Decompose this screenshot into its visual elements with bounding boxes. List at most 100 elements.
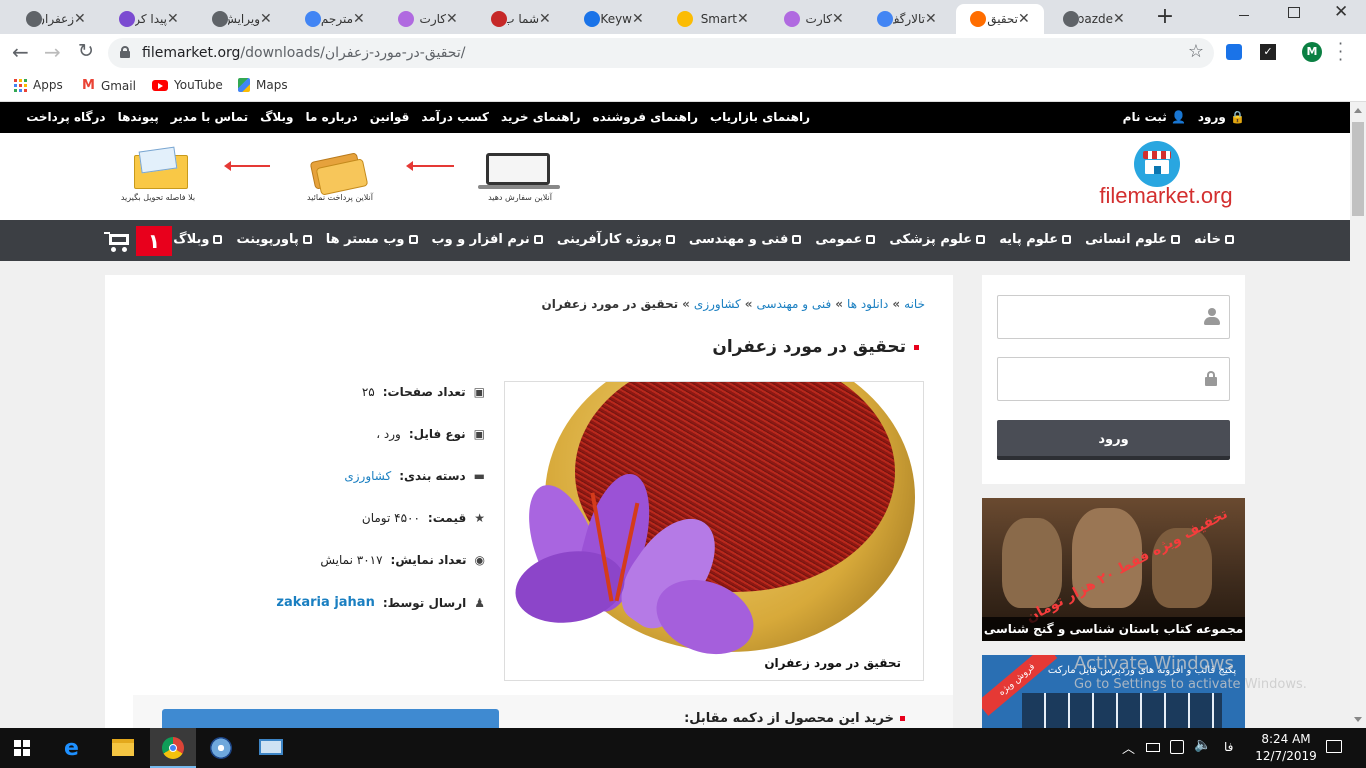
browser-tab[interactable]: تالارگف ✕ [863,4,951,34]
bookmark-apps[interactable]: Apps [14,78,63,92]
folder-icon: ▬ [473,469,485,483]
menu-icon[interactable]: · · · [1338,36,1343,68]
reload-icon[interactable]: ↻ [78,40,94,62]
main-nav-item[interactable]: علوم پزشکی [889,232,986,247]
top-link[interactable]: راهنمای خرید [501,110,581,124]
close-window-button[interactable]: ✕ [1334,2,1348,22]
main-nav-item[interactable]: نرم افزار و وب [432,232,543,247]
browser-tab[interactable]: Keyw ✕ [570,4,658,34]
cart-icon[interactable] [104,230,130,252]
browser-tab[interactable]: مترجم ✕ [291,4,379,34]
browser-tab[interactable]: ویرایش ✕ [198,4,286,34]
close-tab-icon[interactable]: ✕ [1113,11,1127,27]
forward-icon[interactable]: → [44,40,61,64]
top-link[interactable]: درگاه پرداخت [26,110,105,124]
start-button[interactable] [14,740,30,756]
main-nav-item[interactable]: علوم انسانی [1085,232,1180,247]
browser-tab[interactable]: تحقیق ✕ [956,4,1044,34]
notification-icon[interactable] [1326,740,1342,753]
close-tab-icon[interactable]: ✕ [737,11,751,27]
top-link[interactable]: کسب درآمد [421,110,489,124]
spec-label: تعداد نمایش: [390,553,467,567]
scrollbar-thumb[interactable] [1352,122,1364,216]
close-tab-icon[interactable]: ✕ [1018,11,1032,27]
main-nav-item[interactable]: عمومی [815,232,876,247]
cart-count-badge[interactable]: ۱ [136,226,172,256]
top-link[interactable]: پیوندها [118,110,159,124]
address-bar[interactable]: filemarket.org/downloads/تحقیق-در-مورد-ز… [108,38,1214,68]
top-link[interactable]: وبلاگ [260,110,293,124]
top-link[interactable]: راهنمای فروشنده [593,110,698,124]
close-tab-icon[interactable]: ✕ [260,11,274,27]
main-nav-item[interactable]: وبلاگ [173,232,223,247]
close-tab-icon[interactable]: ✕ [539,11,553,27]
clock-time[interactable]: 8:24 AM [1256,732,1316,746]
show-hidden-icons[interactable]: ︿ [1122,738,1135,757]
login-link[interactable]: 🔒 ورود [1198,110,1245,124]
browser-tab[interactable]: کارت ✕ [384,4,472,34]
browser-tab[interactable]: شما ب ✕ [477,4,565,34]
main-nav-item[interactable]: فنی و مهندسی [689,232,802,247]
language-indicator[interactable]: فا [1224,740,1233,754]
clock-date[interactable]: 12/7/2019 [1252,749,1320,763]
buy-button[interactable] [162,709,499,728]
profile-avatar[interactable]: M [1302,42,1322,62]
keyword-icon [584,11,600,27]
login-button[interactable]: ورود [997,420,1230,460]
register-link[interactable]: 👤 ثبت نام [1123,110,1186,124]
nav-item-icon [665,235,675,244]
nav-item-label: پروژه کارآفرینی [556,232,662,247]
bookmark-maps[interactable]: Maps [238,78,288,92]
browser-tab[interactable]: کارت ✕ [770,4,858,34]
main-nav-item[interactable]: پاورپوینت [236,232,312,247]
extension-icon[interactable] [1226,44,1242,60]
network-app-icon[interactable] [259,739,283,755]
close-tab-icon[interactable]: ✕ [353,11,367,27]
main-nav-item[interactable]: علوم پایه [999,232,1072,247]
close-tab-icon[interactable]: ✕ [632,11,646,27]
top-link[interactable]: قوانین [370,110,410,124]
top-link[interactable]: تماس با مدیر [171,110,248,124]
browser-tab[interactable]: Smart ✕ [663,4,763,34]
media-player-icon[interactable] [210,737,232,759]
browser-tab[interactable]: زعفران✕ [12,4,100,34]
bookmark-gmail[interactable]: M Gmail [82,78,136,93]
volume-icon[interactable]: 🔈 [1194,737,1211,753]
page-scrollbar[interactable] [1350,102,1366,728]
spec-value-link[interactable]: zakaria jahan [276,595,374,610]
close-tab-icon[interactable]: ✕ [925,11,939,27]
battery-icon[interactable] [1146,743,1160,752]
minimize-button[interactable] [1234,8,1254,22]
browser-tab[interactable]: پیدا کر ✕ [105,4,193,34]
close-tab-icon[interactable]: ✕ [446,11,460,27]
browser-tab[interactable]: bazde ✕ [1049,4,1139,34]
lock-icon [120,46,130,58]
bookmark-star-icon[interactable]: ☆ [1188,41,1204,62]
top-link[interactable]: راهنمای بازاریاب [710,110,810,124]
top-link[interactable]: درباره ما [306,110,358,124]
close-tab-icon[interactable]: ✕ [832,11,846,27]
breadcrumb-link[interactable]: دانلود ها [847,297,888,311]
file-explorer-icon[interactable] [112,739,134,756]
close-tab-icon[interactable]: ✕ [74,11,88,27]
password-input[interactable] [997,357,1230,401]
bookmark-youtube[interactable]: YouTube [152,78,223,92]
main-nav-item[interactable]: پروژه کارآفرینی [557,232,675,247]
breadcrumb-link[interactable]: فنی و مهندسی [757,297,832,311]
main-nav-item[interactable]: وب مستر ها [326,232,418,247]
maximize-button[interactable] [1288,7,1300,18]
new-tab-button[interactable]: + [1154,4,1176,30]
edge-icon[interactable]: e [64,736,79,761]
close-tab-icon[interactable]: ✕ [167,11,181,27]
chrome-taskbar-button[interactable] [150,728,196,768]
extension-check-icon[interactable]: ✓ [1260,44,1276,60]
archaeology-books-banner[interactable]: تخفیف ویژه فقط ۲۰ هزار تومان مجموعه کتاب… [982,498,1245,641]
breadcrumb-link[interactable]: خانه [904,297,925,311]
username-input[interactable] [997,295,1230,339]
breadcrumb-link[interactable]: کشاورزی [694,297,741,311]
main-nav-item[interactable]: خانه [1194,232,1234,247]
spec-value-link[interactable]: کشاورزی [344,469,391,483]
back-icon[interactable]: ← [12,40,29,64]
site-logo[interactable]: filemarket.org [1086,141,1246,211]
network-icon[interactable] [1170,740,1184,754]
